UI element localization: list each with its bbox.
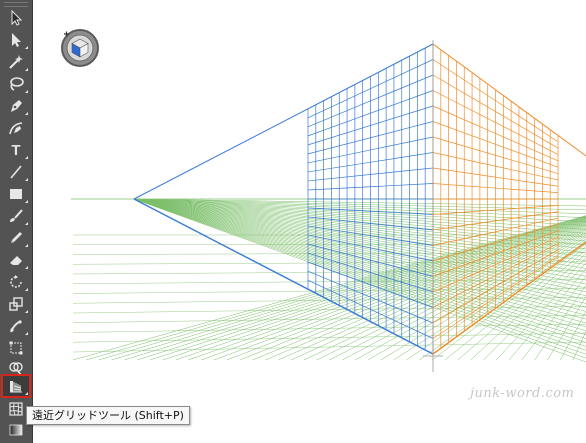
line-icon [10,165,22,179]
paintbrush-icon [10,209,23,222]
ground-grid-line [72,270,586,275]
eraser-tool[interactable] [3,250,29,270]
paintbrush-tool[interactable] [3,206,29,226]
direct-selection-tool[interactable] [3,30,29,50]
selection-tool[interactable] [3,8,29,28]
shape-builder-icon [9,362,23,376]
free-transform-icon [9,341,23,355]
perspective-grid-icon [10,381,22,393]
ground-grid-line [111,216,586,361]
tool-tooltip: 遠近グリッドツール (Shift+P) [26,406,190,425]
type-icon: T [11,141,21,159]
selection-arrow-icon [11,10,23,26]
lasso-tool[interactable] [3,74,29,94]
gradient-icon [9,424,23,436]
curvature-pen-icon [9,122,23,135]
mesh-icon [9,402,23,416]
scale-tool[interactable] [3,294,29,314]
shape-builder-tool[interactable] [3,358,29,378]
perspective-grid-tool[interactable] [1,374,31,398]
type-tool[interactable]: T [3,140,29,160]
ground-grid-line [72,315,586,323]
ground-grid-line [380,234,586,361]
ground-grid-line [133,198,586,312]
tools-panel: T [0,0,33,443]
direct-selection-icon [12,33,21,47]
puppet-warp-icon [10,320,22,333]
curvature-tool[interactable] [3,118,29,138]
pen-icon [11,100,22,112]
pencil-icon [11,232,22,243]
ground-grid-line [72,215,586,361]
pencil-tool[interactable] [3,228,29,248]
panel-grip[interactable] [4,2,28,7]
lasso-icon [10,77,24,91]
magic-wand-tool[interactable] [3,52,29,72]
ground-grid-line [72,332,586,343]
free-transform-tool[interactable] [3,338,29,358]
watermark-text: junk-word.com [470,386,575,401]
ground-grid-line [133,198,586,316]
scale-icon [9,297,23,311]
ground-grid-line [133,198,586,332]
ground-grid-line [133,198,586,335]
rotate-tool[interactable] [3,272,29,292]
eraser-icon [10,256,22,265]
plane-switching-widget[interactable] [60,28,100,68]
ground-grid-line [133,198,586,281]
rotate-icon [10,275,22,288]
right-plane-top-edge [432,43,586,157]
rectangle-tool[interactable] [3,184,29,204]
rectangle-icon [10,189,22,199]
line-segment-tool[interactable] [3,162,29,182]
left-plane-top-edge [133,43,434,200]
puppet-warp-tool[interactable] [3,316,29,336]
ground-grid-line [72,341,586,353]
ground-grid-line [133,198,586,234]
magic-wand-icon [9,55,23,69]
perspective-grid-canvas[interactable] [33,0,586,443]
pen-tool[interactable] [3,96,29,116]
